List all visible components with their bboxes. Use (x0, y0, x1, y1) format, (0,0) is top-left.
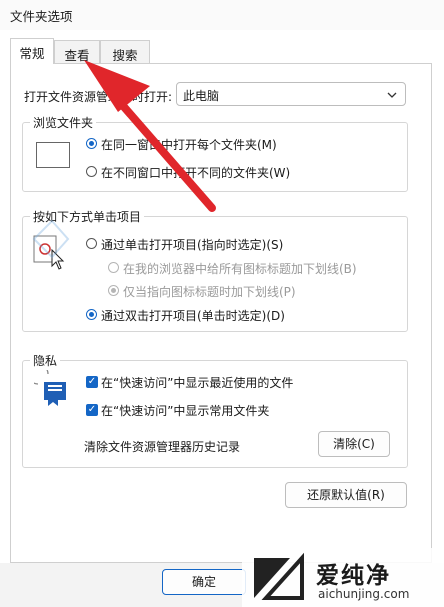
open-explorer-label: 打开文件资源管理器时打开: (24, 90, 173, 104)
radio-double-click[interactable] (86, 309, 97, 320)
underline-hover-label: 仅当指向图标标题时加下划线(P) (123, 285, 296, 299)
frequent-folders-label: 在“快速访问”中显示常用文件夹 (101, 404, 270, 418)
double-click-label: 通过双击打开项目(单击时选定)(D) (101, 309, 285, 323)
radio-underline-hover[interactable] (108, 285, 119, 296)
clear-button[interactable]: 清除(C) (318, 431, 390, 457)
quick-access-icon (34, 370, 66, 406)
clear-history-label: 清除文件资源管理器历史记录 (84, 440, 241, 454)
open-explorer-value: 此电脑 (183, 89, 220, 103)
tab-search[interactable]: 搜索 (100, 40, 150, 64)
watermark-brand: 爱纯净 (316, 563, 391, 589)
window-preview-icon (36, 142, 70, 168)
watermark-url: aichunjing.com (318, 587, 410, 601)
tab-general[interactable]: 常规 (10, 38, 54, 64)
restore-defaults-button[interactable]: 还原默认值(R) (285, 482, 407, 508)
underline-all-label: 在我的浏览器中给所有图标标题加下划线(B) (123, 262, 357, 276)
watermark-logo-icon (254, 552, 304, 600)
radio-same-window[interactable] (86, 138, 97, 149)
chevron-down-icon (387, 92, 397, 98)
privacy-title: 隐私 (30, 352, 61, 369)
window-title: 文件夹选项 (10, 9, 73, 24)
recent-files-label: 在“快速访问”中显示最近使用的文件 (101, 376, 294, 390)
tab-view[interactable]: 查看 (54, 40, 100, 64)
same-window-label: 在同一窗口中打开每个文件夹(M) (101, 138, 277, 152)
checkbox-frequent-folders[interactable]: ✓ (86, 404, 98, 416)
new-window-label: 在不同窗口中打开不同的文件夹(W) (101, 166, 291, 180)
browse-folders-group (22, 122, 408, 192)
faint-watermark-icon (32, 219, 70, 259)
ok-button[interactable]: 确定 (162, 569, 246, 595)
checkbox-recent-files[interactable]: ✓ (86, 376, 98, 388)
open-explorer-select[interactable]: 此电脑 (176, 82, 406, 106)
browse-folders-title: 浏览文件夹 (30, 114, 97, 131)
radio-new-window[interactable] (86, 166, 97, 177)
